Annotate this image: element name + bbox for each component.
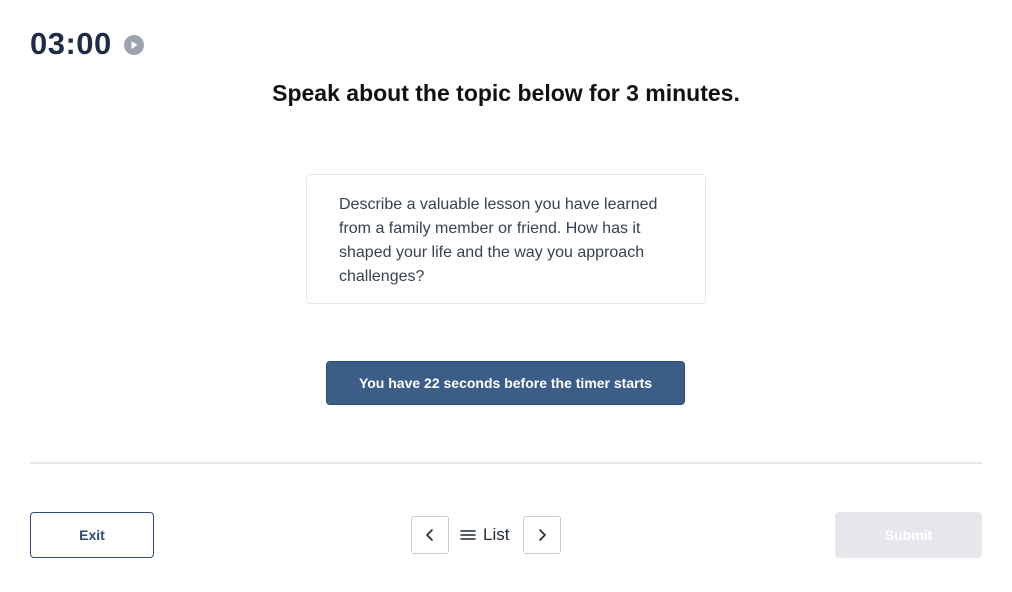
speaking-task-page: 03:00 Speak about the topic below for 3 … (0, 0, 1012, 592)
previous-button[interactable] (411, 516, 449, 554)
submit-button[interactable]: Submit (835, 512, 982, 558)
list-label: List (483, 525, 510, 544)
list-button[interactable]: List (459, 516, 509, 554)
task-heading: Speak about the topic below for 3 minute… (272, 80, 740, 106)
submit-label: Submit (884, 527, 933, 543)
timer-row: 03:00 (30, 26, 144, 62)
play-triangle-icon (131, 41, 138, 49)
chevron-right-icon (539, 529, 546, 541)
topic-prompt-card: Describe a valuable lesson you have lear… (306, 174, 706, 304)
countdown-button[interactable]: You have 22 seconds before the timer sta… (326, 361, 685, 405)
play-icon[interactable] (123, 35, 144, 55)
exit-button[interactable]: Exit (30, 512, 154, 558)
topic-prompt-text: Describe a valuable lesson you have lear… (339, 196, 658, 285)
menu-lines-icon (460, 530, 476, 540)
next-button[interactable] (523, 516, 561, 554)
footer-divider (30, 462, 982, 464)
exit-label: Exit (79, 527, 105, 543)
countdown-label: You have 22 seconds before the timer sta… (358, 375, 653, 391)
chevron-left-icon (426, 529, 433, 541)
timer-display: 03:00 (30, 26, 112, 61)
